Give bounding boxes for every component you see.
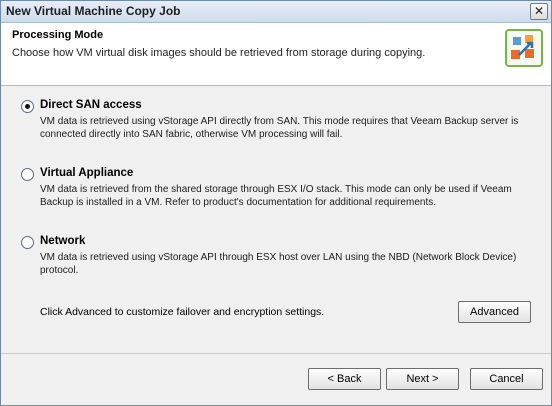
option-direct-san[interactable]: Direct SAN access VM data is retrieved u… (21, 99, 526, 147)
option-label[interactable]: Direct SAN access (40, 99, 142, 111)
footer-divider (1, 353, 551, 354)
cancel-button[interactable]: Cancel (470, 368, 543, 390)
veeam-arrows-icon (505, 29, 543, 67)
option-virtual-appliance[interactable]: Virtual Appliance VM data is retrieved f… (21, 167, 526, 215)
advanced-button[interactable]: Advanced (458, 301, 531, 323)
page-title: Processing Mode (12, 29, 104, 41)
close-button[interactable]: ✕ (530, 3, 548, 20)
page-subtitle: Choose how VM virtual disk images should… (12, 47, 426, 59)
option-description: VM data is retrieved using vStorage API … (40, 116, 519, 140)
window-title: New Virtual Machine Copy Job (6, 4, 181, 18)
back-button[interactable]: < Back (308, 368, 381, 390)
wizard-header: Processing Mode Choose how VM virtual di… (1, 23, 551, 86)
option-label[interactable]: Network (40, 235, 85, 247)
option-description: VM data is retrieved from the shared sto… (40, 184, 512, 208)
option-description: VM data is retrieved using vStorage API … (40, 252, 517, 276)
option-label[interactable]: Virtual Appliance (40, 167, 133, 179)
radio-direct-san[interactable] (21, 100, 34, 113)
dialog-window: New Virtual Machine Copy Job ✕ Processin… (0, 0, 552, 406)
next-button[interactable]: Next > (386, 368, 459, 390)
radio-virtual-appliance[interactable] (21, 168, 34, 181)
radio-network[interactable] (21, 236, 34, 249)
title-bar[interactable]: New Virtual Machine Copy Job ✕ (1, 1, 551, 23)
advanced-hint: Click Advanced to customize failover and… (40, 306, 325, 318)
option-network[interactable]: Network VM data is retrieved using vStor… (21, 235, 526, 283)
